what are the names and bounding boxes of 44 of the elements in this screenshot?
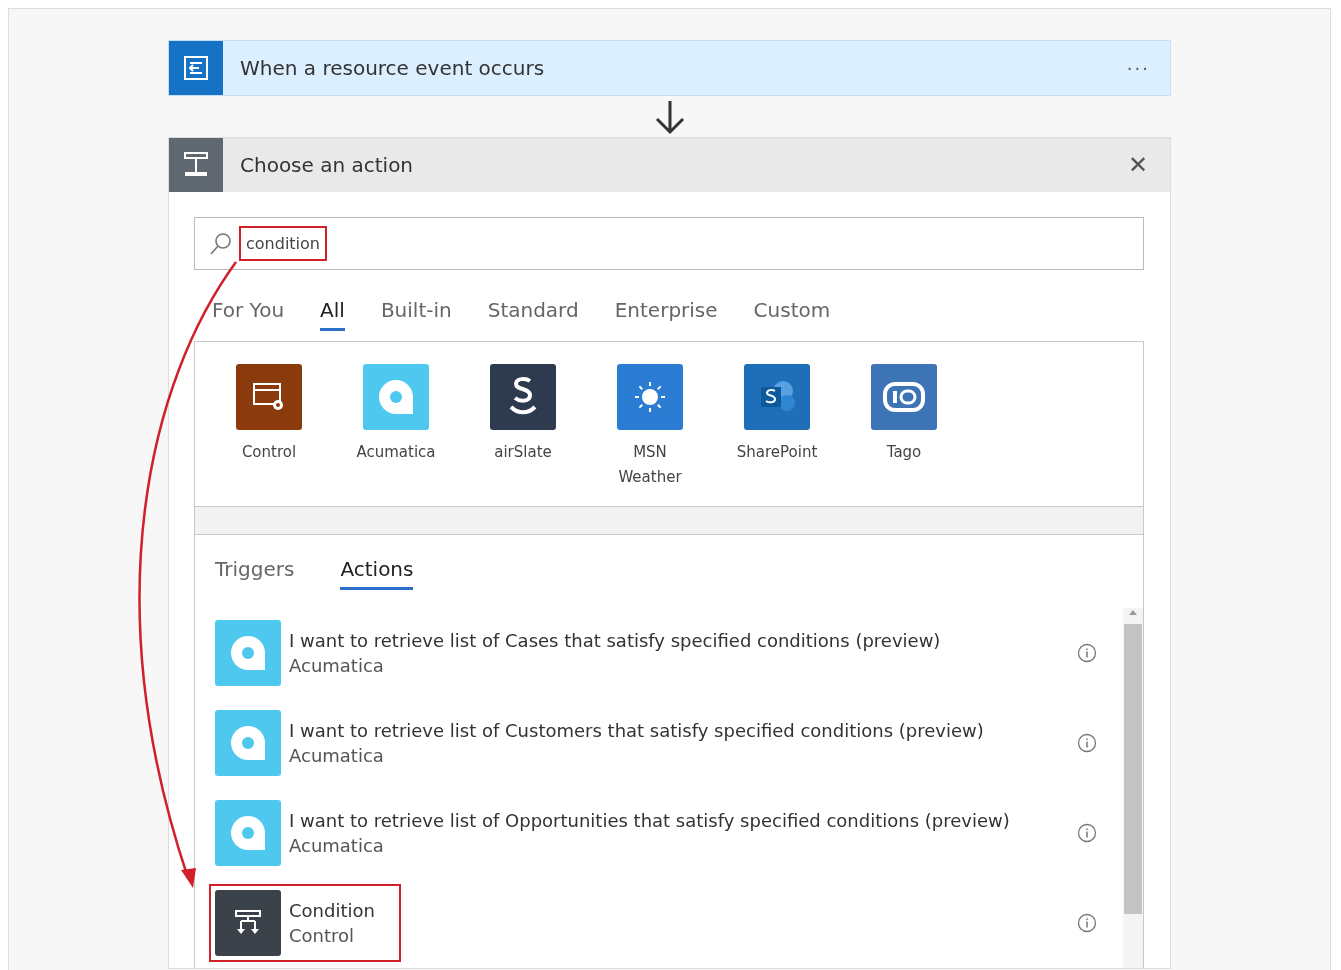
info-icon[interactable] (1077, 913, 1097, 933)
info-icon[interactable] (1077, 733, 1097, 753)
category-tab[interactable]: Built-in (380, 298, 452, 331)
connector-item[interactable]: Acumatica (346, 364, 446, 506)
result-row[interactable]: I want to retrieve list of Customers that satisfy specified conditions (preview) Acumatica (213, 698, 1123, 788)
close-button[interactable]: ✕ (1121, 150, 1154, 180)
search-icon (209, 231, 233, 256)
category-tab[interactable]: All (320, 298, 345, 331)
category-tab[interactable]: Custom (753, 298, 831, 331)
speech-bubble-icon (228, 633, 268, 673)
connector-item[interactable]: SharePoint (727, 364, 827, 506)
result-connector: Acumatica (289, 835, 385, 856)
result-tab[interactable]: Actions (340, 557, 414, 590)
category-tab[interactable]: For You (212, 298, 285, 331)
search-field[interactable]: condition (194, 217, 1144, 270)
result-connector: Control (289, 925, 356, 946)
connector-item[interactable]: Tago (854, 364, 954, 506)
category-tab[interactable]: Enterprise (614, 298, 718, 331)
result-title: I want to retrieve list of Cases that satisfy specified conditions (preview) (289, 630, 941, 651)
rounded-badge-icon (882, 380, 926, 414)
result-title: Condition (289, 900, 375, 921)
result-title: I want to retrieve list of Opportunities that satisfy specified conditions (preview) (289, 810, 1010, 831)
connector-item[interactable]: Control (219, 364, 319, 506)
search-text: condition (239, 226, 327, 261)
speech-bubble-icon (376, 377, 416, 417)
picker-title: Choose an action (239, 153, 415, 177)
result-connector: Acumatica (289, 745, 385, 766)
result-row[interactable]: I want to retrieve list of Cases that satisfy specified conditions (preview) Acumatica (213, 608, 1123, 698)
connector-item[interactable]: airSlate (473, 364, 573, 506)
connector-item[interactable]: MSN Weather (600, 364, 700, 506)
info-icon[interactable] (1077, 823, 1097, 843)
trigger-title: When a resource event occurs (239, 56, 546, 80)
scroll-up-icon[interactable] (1128, 608, 1138, 616)
trigger-card[interactable]: When a resource event occurs ··· (168, 40, 1171, 96)
scrollbar[interactable] (1123, 608, 1143, 968)
info-icon[interactable] (1077, 643, 1097, 663)
result-connector: Acumatica (289, 655, 385, 676)
result-title: I want to retrieve list of Customers that satisfy specified conditions (preview) (289, 720, 984, 741)
speech-bubble-icon (228, 813, 268, 853)
category-tab[interactable]: Standard (487, 298, 579, 331)
more-options-button[interactable]: ··· (1122, 57, 1154, 79)
result-tab[interactable]: Triggers (215, 557, 295, 590)
speech-bubble-icon (228, 723, 268, 763)
result-row[interactable]: I want to retrieve list of Opportunities that satisfy specified conditions (preview) Acumatica (213, 788, 1123, 878)
